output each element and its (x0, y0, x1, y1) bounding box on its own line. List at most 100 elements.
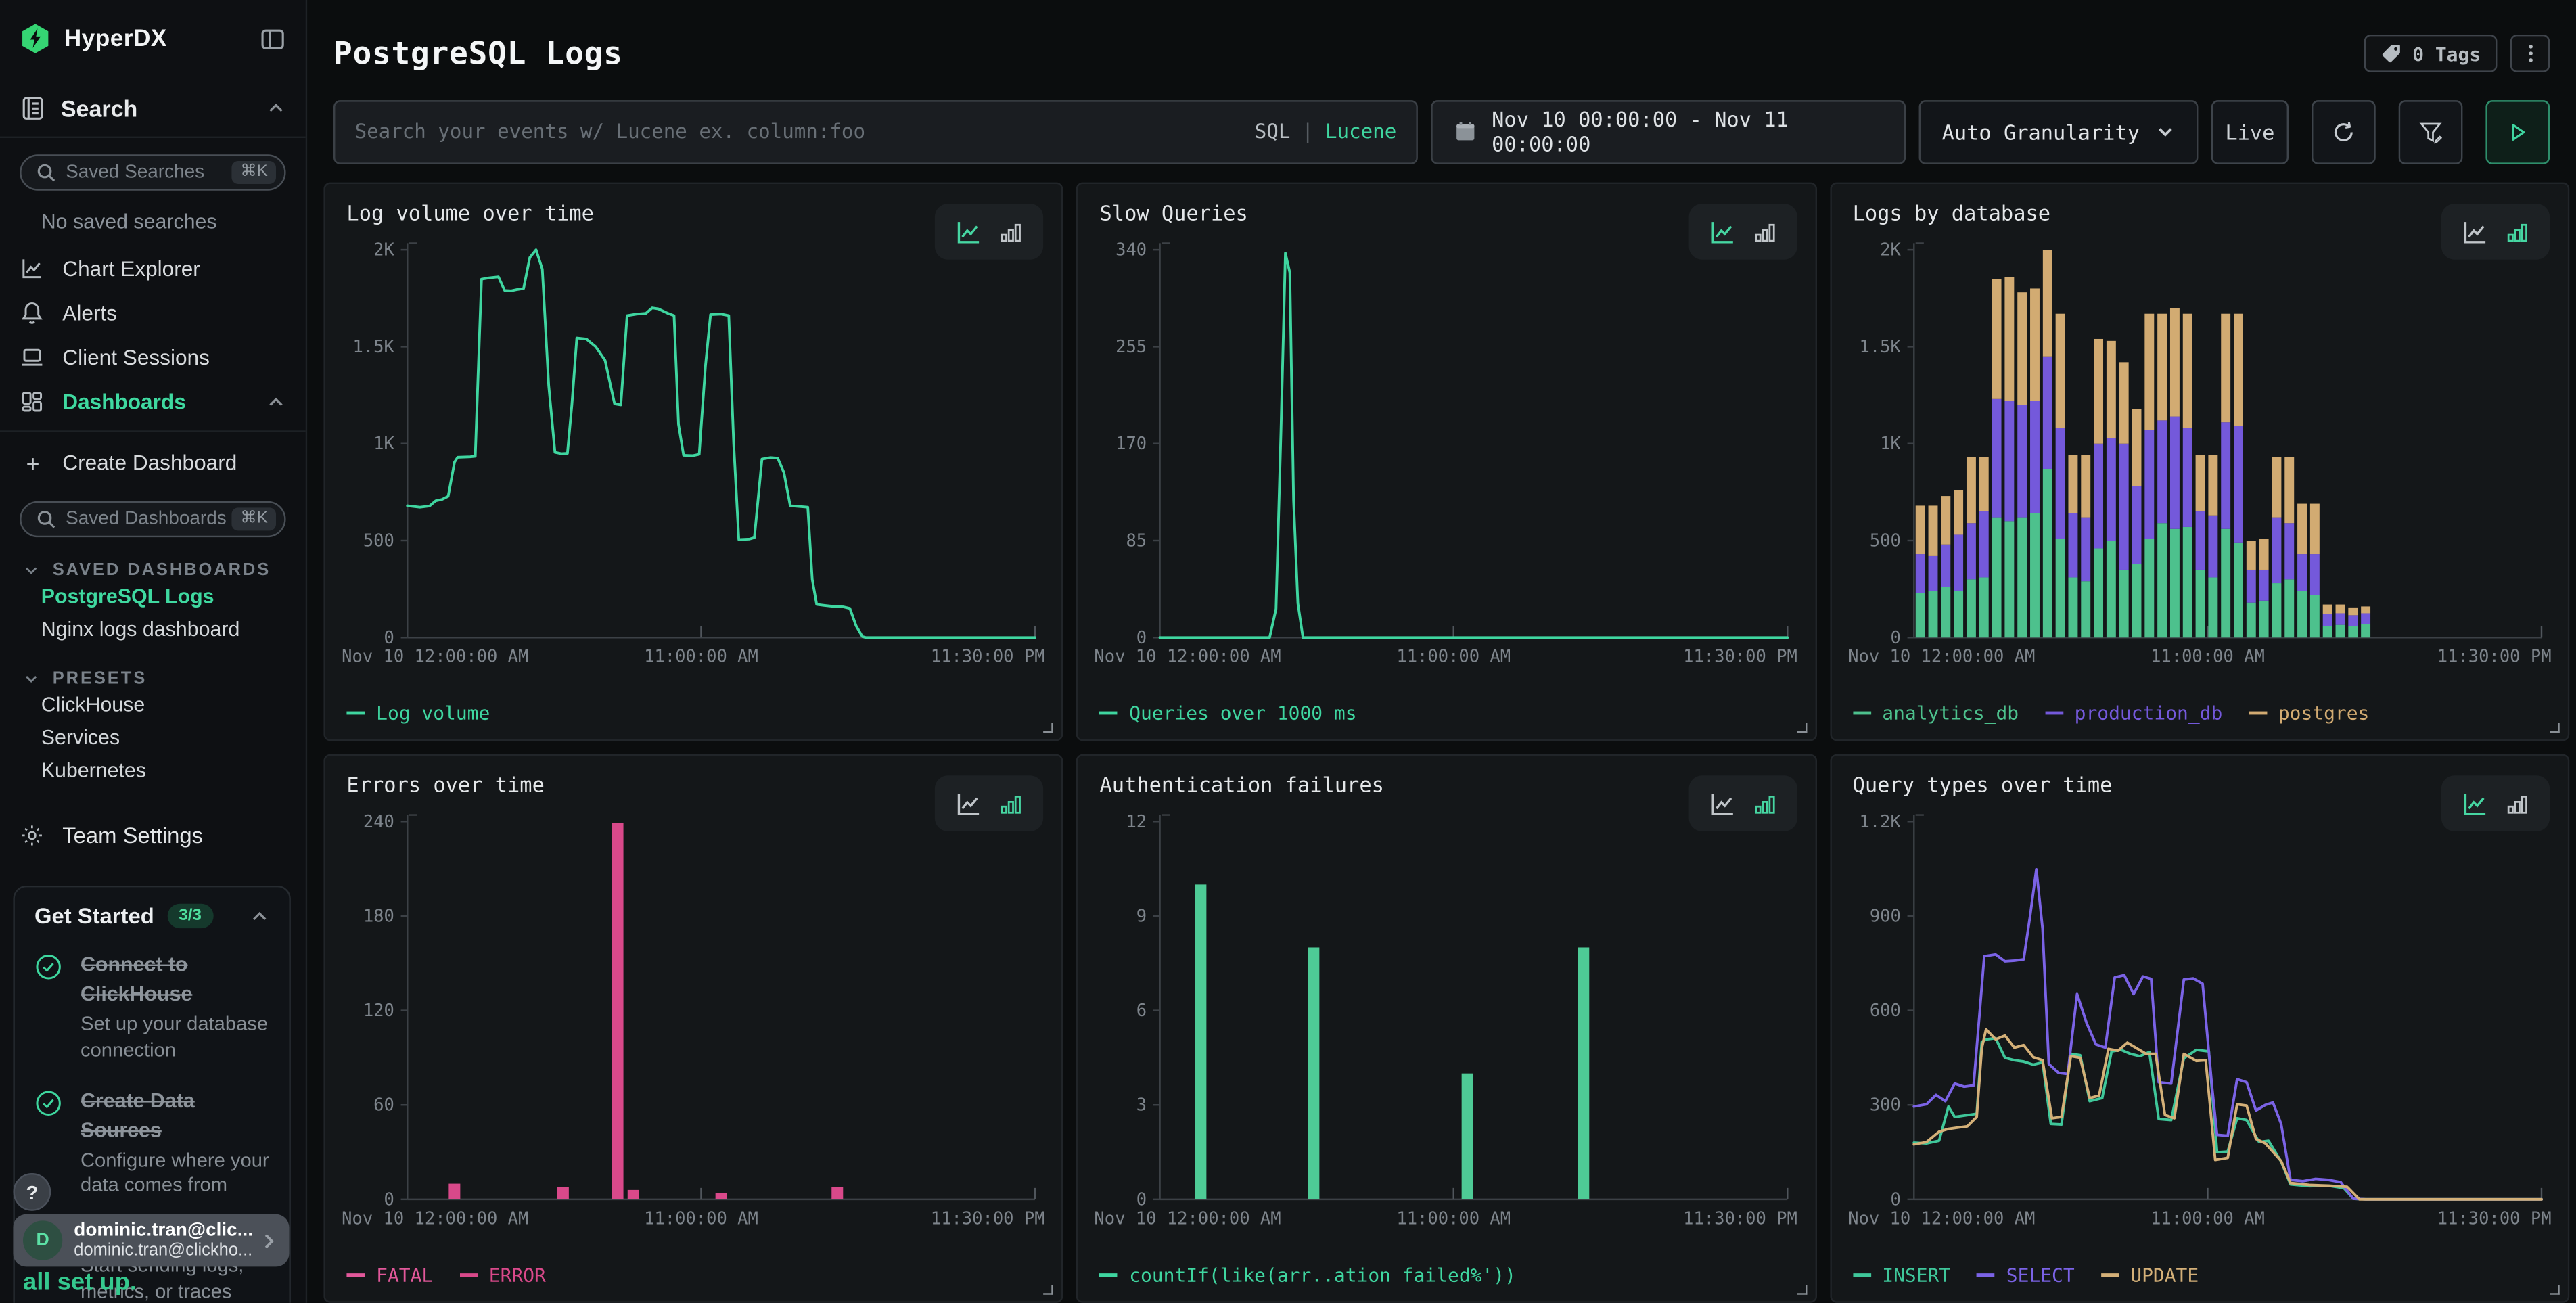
legend-item[interactable]: countIf(like(arr..ation failed%')) (1100, 1264, 1516, 1287)
bar-chart-icon[interactable] (1752, 219, 1776, 244)
legend-label: UPDATE (2130, 1264, 2199, 1287)
legend-item[interactable]: UPDATE (2101, 1264, 2199, 1287)
bar-chart-icon[interactable] (2506, 791, 2530, 815)
line-chart-icon[interactable] (1708, 790, 1736, 817)
saved-searches-input[interactable] (66, 162, 232, 182)
sidebar-item-alerts[interactable]: Alerts (0, 291, 306, 336)
svg-text:1.2K: 1.2K (1859, 812, 1901, 832)
sidebar-item-kubernetes[interactable]: Kubernetes (0, 754, 306, 787)
svg-text:11:00:00 AM: 11:00:00 AM (644, 647, 758, 667)
chart-title: Logs by database (1853, 200, 2050, 225)
shortcut-badge: ⌘K (232, 161, 276, 184)
chart-plot[interactable]: 060120180240Nov 10 12:00:00 AM11:00:00 A… (342, 808, 1045, 1235)
svg-text:500: 500 (363, 530, 394, 551)
legend-item[interactable]: Log volume (346, 702, 490, 725)
legend-label: analytics_db (1882, 702, 2019, 725)
date-range-picker[interactable]: Nov 10 00:00:00 - Nov 11 00:00:00 (1431, 99, 1906, 164)
svg-text:255: 255 (1116, 337, 1147, 357)
event-search-box[interactable]: SQL | Lucene (334, 99, 1418, 164)
bar-chart-icon[interactable] (2506, 219, 2530, 244)
sidebar-item-services[interactable]: Services (0, 721, 306, 754)
resize-handle-icon[interactable] (1044, 723, 1054, 733)
kebab-icon (2519, 43, 2541, 65)
no-saved-searches-text: No saved searches (0, 191, 306, 233)
legend-dash-icon (1853, 1273, 1871, 1277)
line-chart-icon[interactable] (2461, 218, 2489, 246)
legend-item[interactable]: analytics_db (1853, 702, 2019, 725)
group-saved-dashboards[interactable]: SAVED DASHBOARDS (0, 560, 306, 580)
chart-plot[interactable]: 03006009001.2KNov 10 12:00:00 AM11:00:00… (1847, 808, 2551, 1235)
sidebar-item-search[interactable]: Search (0, 87, 306, 130)
sidebar-item-postgresql-logs[interactable]: PostgreSQL Logs (0, 580, 306, 613)
svg-text:Nov 10 12:00:00 AM: Nov 10 12:00:00 AM (1847, 647, 2034, 667)
chart-plot[interactable]: 05001K1.5K2KNov 10 12:00:00 AM11:00:00 A… (1847, 237, 2551, 674)
chart-type-toggle[interactable] (936, 204, 1044, 260)
legend-item[interactable]: SELECT (1977, 1264, 2075, 1287)
sidebar-item-chart-explorer[interactable]: Chart Explorer (0, 246, 306, 291)
resize-handle-icon[interactable] (1044, 1285, 1054, 1295)
event-search-input[interactable] (355, 120, 1255, 143)
legend-item[interactable]: INSERT (1853, 1264, 1951, 1287)
sidebar-item-nginx-dashboard[interactable]: Nginx logs dashboard (0, 613, 306, 646)
help-label: ? (26, 1181, 38, 1204)
sidebar-item-clickhouse[interactable]: ClickHouse (0, 689, 306, 722)
svg-text:900: 900 (1869, 906, 1900, 926)
chart-plot[interactable]: 036912Nov 10 12:00:00 AM11:00:00 AM11:30… (1095, 808, 1798, 1235)
chart-type-toggle[interactable] (2441, 775, 2550, 831)
step-title: Create Data Sources (80, 1089, 195, 1141)
sidebar-item-team-settings[interactable]: Team Settings (0, 813, 306, 856)
create-dashboard-button[interactable]: + Create Dashboard (0, 440, 306, 485)
line-chart-icon[interactable] (955, 790, 983, 817)
svg-text:3: 3 (1137, 1095, 1147, 1116)
get-started-header[interactable]: Get Started 3/3 (34, 904, 269, 928)
get-started-step-sources[interactable]: Create Data Sources Configure where your… (34, 1085, 269, 1199)
line-chart-icon[interactable] (1708, 218, 1736, 246)
chart-plot[interactable]: 085170255340Nov 10 12:00:00 AM11:00:00 A… (1095, 237, 1798, 674)
sidebar-item-dashboards[interactable]: Dashboards (0, 380, 306, 424)
refresh-button[interactable] (2312, 99, 2376, 164)
legend-item[interactable]: FATAL (346, 1264, 433, 1287)
get-started-title: Get Started (34, 904, 154, 928)
run-query-button[interactable] (2485, 99, 2550, 164)
resize-handle-icon[interactable] (2550, 723, 2560, 733)
chart-plot[interactable]: 05001K1.5K2KNov 10 12:00:00 AM11:00:00 A… (342, 237, 1045, 674)
line-chart-icon[interactable] (2461, 790, 2489, 817)
chart-legend: analytics_db production_db postgres (1853, 702, 2370, 725)
chart-type-toggle[interactable] (2441, 204, 2550, 260)
help-button[interactable]: ? (13, 1173, 51, 1211)
legend-item[interactable]: postgres (2249, 702, 2369, 725)
sidebar-item-client-sessions[interactable]: Client Sessions (0, 335, 306, 380)
legend-item[interactable]: Queries over 1000 ms (1100, 702, 1357, 725)
filter-button[interactable] (2399, 99, 2463, 164)
chart-card-logs-by-database: Logs by database 05001K1.5K2KNov 10 12:0… (1830, 183, 2570, 741)
saved-dashboards-input[interactable] (66, 509, 232, 529)
bar-chart-icon[interactable] (1752, 791, 1776, 815)
sql-toggle[interactable]: SQL (1255, 120, 1291, 143)
svg-text:85: 85 (1126, 530, 1147, 551)
legend-dash-icon (346, 1273, 365, 1277)
bar-chart-icon[interactable] (999, 219, 1024, 244)
collapse-sidebar-icon[interactable] (260, 26, 286, 52)
chart-type-toggle[interactable] (1688, 775, 1797, 831)
tags-button[interactable]: 0 Tags (2365, 35, 2498, 73)
saved-dashboards-box[interactable]: ⌘K (20, 501, 285, 537)
saved-searches-box[interactable]: ⌘K (20, 154, 285, 190)
resize-handle-icon[interactable] (2550, 1285, 2560, 1295)
legend-item[interactable]: production_db (2045, 702, 2222, 725)
line-chart-icon[interactable] (955, 218, 983, 246)
bar-chart-icon[interactable] (999, 791, 1024, 815)
resize-handle-icon[interactable] (1797, 1285, 1807, 1295)
user-name: dominic.tran@clic... (74, 1220, 258, 1240)
live-button[interactable]: Live (2211, 99, 2288, 164)
group-presets[interactable]: PRESETS (0, 668, 306, 688)
svg-text:11:30:00 PM: 11:30:00 PM (931, 647, 1045, 667)
user-account-button[interactable]: D dominic.tran@clic... dominic.tran@clic… (13, 1214, 289, 1267)
more-options-button[interactable] (2510, 35, 2550, 73)
chart-type-toggle[interactable] (936, 775, 1044, 831)
get-started-step-connect[interactable]: Connect to ClickHouse Set up your databa… (34, 950, 269, 1064)
lucene-toggle[interactable]: Lucene (1325, 120, 1396, 143)
granularity-select[interactable]: Auto Granularity (1919, 99, 2199, 164)
chart-type-toggle[interactable] (1688, 204, 1797, 260)
legend-item[interactable]: ERROR (459, 1264, 546, 1287)
resize-handle-icon[interactable] (1797, 723, 1807, 733)
